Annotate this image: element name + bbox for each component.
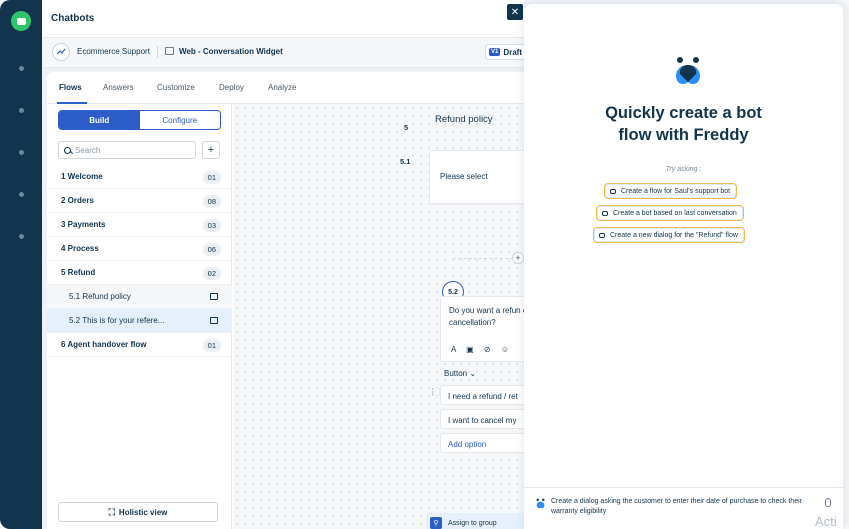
suggestion-chip[interactable]: Create a flow for Saul's support bot: [604, 183, 738, 199]
search-input[interactable]: Search: [58, 141, 196, 159]
flow-item[interactable]: 4 Process 06: [47, 237, 232, 261]
assign-label: Assign to group: [448, 519, 497, 527]
suggestion-text: Create a flow for Saul's support bot: [621, 187, 731, 195]
message-card[interactable]: Please select: [429, 150, 529, 204]
flow-count-badge: 03: [202, 219, 221, 232]
page-title: Chatbots: [51, 13, 95, 24]
header: Chatbots: [42, 0, 524, 38]
trend-icon[interactable]: [52, 43, 70, 61]
step-badge: 5: [404, 123, 409, 132]
flow-item[interactable]: 1 Welcome 01: [47, 165, 232, 189]
chat-icon: [210, 293, 218, 300]
flow-item[interactable]: 2 Orders 08: [47, 189, 232, 213]
sub-flow-item[interactable]: 5.2 This is for your refere...: [47, 309, 232, 333]
close-button[interactable]: ✕: [507, 4, 523, 20]
suggestion-text: Create a bot based on last conversation: [613, 209, 737, 217]
flow-item[interactable]: 3 Payments 03: [47, 213, 232, 237]
tab-analyze[interactable]: Analyze: [268, 83, 296, 92]
flows-sidebar: Build Configure Search + 1 Welcome 01 2 …: [47, 104, 232, 529]
expand-icon: ⛶: [108, 506, 115, 517]
button-option[interactable]: I need a refund / ret: [440, 385, 530, 405]
flow-count-badge: 02: [202, 267, 221, 280]
message-text: Please select: [440, 172, 488, 181]
nav-dot-icon[interactable]: [19, 108, 24, 113]
flow-item[interactable]: 6 Agent handover flow 01: [47, 333, 232, 357]
tab-customize[interactable]: Customize: [157, 83, 195, 92]
nav-dot-icon[interactable]: [19, 66, 24, 71]
search-icon: [64, 146, 71, 154]
flow-count-badge: 06: [202, 243, 221, 256]
heading-line: flow with Freddy: [618, 126, 749, 144]
bot-subheader: Ecommerce Support Web - Conversation Wid…: [42, 38, 530, 68]
chat-bubble-icon: [602, 210, 608, 216]
chat-bubble-icon: [599, 232, 605, 238]
try-asking-label: Try asking :: [665, 166, 702, 173]
flow-canvas[interactable]: 5 Refund policy 5.1 Please select + 5.2 …: [233, 104, 530, 529]
flow-label: 6 Agent handover flow: [61, 340, 147, 349]
flow-label: 5.2 This is for your refere...: [69, 316, 165, 325]
prompt-text[interactable]: Create a dialog asking the customer to e…: [551, 497, 806, 517]
add-flow-button[interactable]: +: [202, 141, 220, 159]
nav-dot-icon[interactable]: [19, 192, 24, 197]
nav-dot-icon[interactable]: [19, 234, 24, 239]
search-placeholder: Search: [75, 145, 101, 155]
flow-label: 5.1 Refund policy: [69, 292, 131, 301]
button-option[interactable]: I want to cancel my: [440, 409, 530, 429]
flow-count-badge: 01: [202, 339, 221, 352]
flow-label: 1 Welcome: [61, 172, 103, 181]
connector-line: [453, 258, 513, 259]
version-badge: V1: [489, 48, 501, 56]
button-type-dropdown[interactable]: Button ⌄: [444, 368, 476, 380]
holistic-view-button[interactable]: ⛶ Holistic view: [58, 502, 218, 522]
tab-answers[interactable]: Answers: [103, 83, 134, 92]
flow-item[interactable]: 5 Refund 02: [47, 261, 232, 285]
tab-flows[interactable]: Flows: [59, 83, 82, 92]
sub-flow-item[interactable]: 5.1 Refund policy: [47, 285, 232, 309]
app-frame: Chatbots ✕ Ecommerce Support Web - Conve…: [0, 0, 849, 529]
nav-dot-icon[interactable]: [19, 150, 24, 155]
freddy-logo-icon: [676, 57, 700, 85]
tab-deploy[interactable]: Deploy: [219, 83, 244, 92]
bot-name[interactable]: Ecommerce Support: [77, 47, 150, 56]
build-configure-toggle: Build Configure: [58, 110, 221, 130]
flow-label: 3 Payments: [61, 220, 106, 229]
status-text: Draft: [503, 47, 523, 57]
widget-name[interactable]: Web - Conversation Widget: [179, 47, 283, 56]
step-badge: 5.1: [400, 157, 411, 166]
configure-button[interactable]: Configure: [139, 111, 220, 129]
flow-label: 2 Orders: [61, 196, 94, 205]
heading-line: Quickly create a bot: [605, 104, 762, 122]
flow-title[interactable]: Refund policy: [435, 114, 493, 125]
flow-count-badge: 01: [202, 171, 221, 184]
watermark-text: Acti: [815, 514, 837, 529]
group-icon: ⚲: [430, 517, 442, 529]
microphone-icon[interactable]: [825, 498, 831, 507]
flow-count-badge: 08: [202, 195, 221, 208]
divider: [157, 46, 158, 58]
build-button[interactable]: Build: [59, 111, 140, 129]
message-editor-card[interactable]: Do you want a refun or cancellation? A ▣…: [440, 296, 530, 362]
freddy-heading: Quickly create a bot flow with Freddy: [524, 102, 843, 146]
add-option-button[interactable]: Add option: [440, 433, 530, 453]
prompt-input[interactable]: Create a dialog asking the customer to e…: [524, 487, 843, 529]
freddy-icon: [536, 498, 545, 509]
flow-label: 4 Process: [61, 244, 99, 253]
widget-icon: [165, 47, 174, 55]
tab-bar: Flows Answers Customize Deploy Analyze: [47, 72, 524, 104]
holistic-label: Holistic view: [118, 507, 168, 517]
builder-panel: Flows Answers Customize Deploy Analyze B…: [47, 72, 530, 529]
suggestion-chip[interactable]: Create a bot based on last conversation: [596, 205, 744, 221]
left-rail: [0, 0, 42, 529]
formatting-toolbar[interactable]: A ▣ ⊘ ☺: [451, 345, 513, 354]
suggestion-chip[interactable]: Create a new dialog for the "Refund" flo…: [593, 227, 745, 243]
chat-bubble-icon: [610, 188, 616, 194]
add-step-button[interactable]: +: [512, 252, 524, 264]
freddy-ai-panel: Quickly create a bot flow with Freddy Tr…: [524, 4, 843, 529]
flow-label: 5 Refund: [61, 268, 96, 277]
chat-logo-icon[interactable]: [11, 11, 31, 31]
assign-to-group-action[interactable]: ⚲ Assign to group: [426, 513, 526, 529]
message-text[interactable]: Do you want a refun or cancellation?: [449, 305, 529, 329]
chat-icon: [210, 317, 218, 324]
suggestion-text: Create a new dialog for the "Refund" flo…: [610, 231, 738, 239]
